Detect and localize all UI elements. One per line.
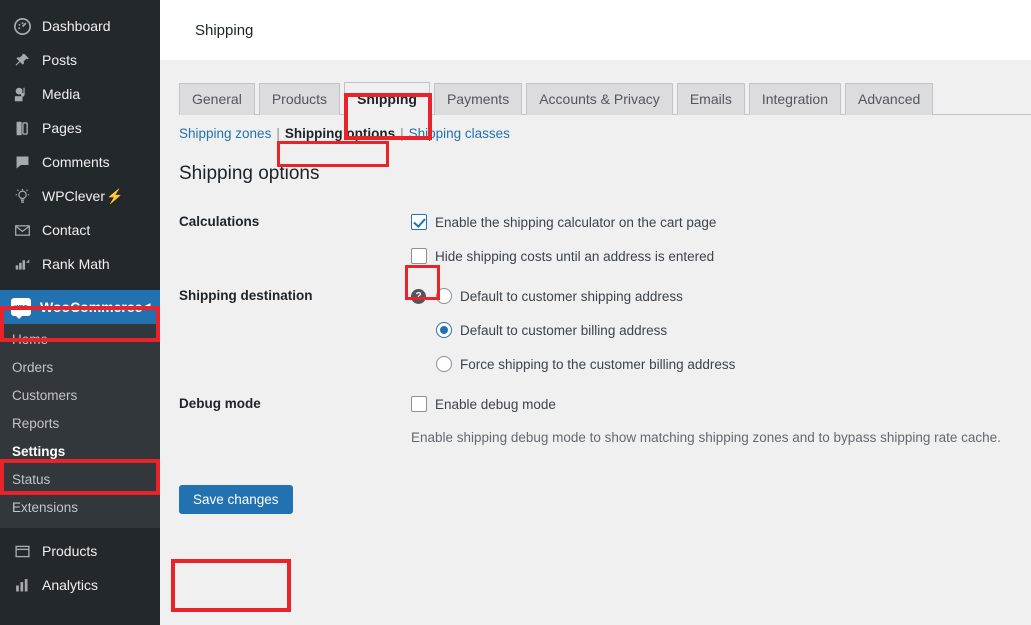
sidebar-item-media[interactable]: Media — [0, 77, 160, 111]
sidebar-item-label: Products — [42, 543, 98, 559]
woocommerce-submenu: Home Orders Customers Reports Settings S… — [0, 324, 160, 528]
chevron-left-icon: ◄ — [142, 301, 153, 312]
woocommerce-logo-icon: woo — [11, 298, 31, 319]
destination-force-billing-row[interactable]: Force shipping to the customer billing a… — [436, 356, 1031, 372]
analytics-icon — [11, 575, 33, 595]
enable-calculator-row[interactable]: Enable the shipping calculator on the ca… — [411, 214, 1031, 230]
admin-sidebar: Dashboard Posts Media Pages Comments WPC… — [0, 0, 160, 625]
submenu-item-home[interactable]: Home — [0, 326, 160, 354]
destination-shipping-radio[interactable] — [436, 288, 452, 304]
tab-general[interactable]: General — [179, 83, 255, 115]
lightning-bolt-icon: ⚡ — [106, 187, 124, 204]
sidebar-item-label: Analytics — [42, 577, 99, 593]
section-title: Shipping options — [179, 163, 320, 184]
hide-shipping-costs-row[interactable]: Hide shipping costs until an address is … — [411, 248, 1031, 264]
sidebar-item-pages[interactable]: Pages — [0, 111, 160, 145]
page-title: Shipping — [195, 21, 254, 39]
sidebar-item-products[interactable]: Products — [0, 534, 160, 568]
destination-force-billing-radio[interactable] — [436, 356, 452, 372]
tab-emails[interactable]: Emails — [676, 83, 745, 115]
enable-calculator-checkbox[interactable] — [411, 214, 427, 230]
submenu-item-orders[interactable]: Orders — [0, 354, 160, 382]
settings-content: General Products Shipping Payments Accou… — [160, 60, 1031, 514]
sidebar-item-label: Pages — [42, 120, 82, 136]
help-icon[interactable]: ? — [411, 288, 426, 304]
sidebar-item-rank-math[interactable]: Rank Math — [0, 247, 160, 281]
main-area: Shipping General Products Shipping Payme… — [160, 0, 1031, 625]
calculations-fields: Enable the shipping calculator on the ca… — [411, 202, 1031, 276]
pin-icon — [11, 50, 33, 70]
destination-billing-row[interactable]: Default to customer billing address — [436, 322, 1031, 338]
destination-billing-label: Default to customer billing address — [460, 322, 668, 338]
sidebar-item-woocommerce[interactable]: woo WooCommerce ◄ — [0, 290, 160, 324]
debug-mode-description: Enable shipping debug mode to show match… — [411, 430, 1001, 445]
tab-payments[interactable]: Payments — [433, 83, 523, 115]
submenu-item-reports[interactable]: Reports — [0, 410, 160, 438]
settings-tabs: General Products Shipping Payments Accou… — [179, 82, 1031, 115]
comment-icon — [11, 152, 33, 172]
hide-shipping-costs-checkbox[interactable] — [411, 248, 427, 264]
sidebar-item-label: WPClever — [42, 188, 106, 204]
destination-billing-radio[interactable] — [436, 322, 452, 338]
destination-shipping-row[interactable]: ? Default to customer shipping address — [411, 288, 1031, 304]
form-row-calculations: Calculations Enable the shipping calcula… — [179, 202, 1031, 276]
sidebar-item-label: Comments — [42, 154, 110, 170]
sidebar-item-label: Media — [42, 86, 81, 102]
sidebar-item-label: WooCommerce — [40, 299, 143, 315]
products-icon — [11, 541, 33, 561]
envelope-icon — [11, 220, 33, 240]
dashboard-icon — [11, 16, 33, 36]
subnav-separator: | — [276, 126, 280, 141]
sidebar-item-posts[interactable]: Posts — [0, 43, 160, 77]
destination-force-billing-label: Force shipping to the customer billing a… — [460, 356, 736, 372]
sidebar-top-spacer — [0, 0, 160, 9]
enable-debug-row[interactable]: Enable debug mode — [411, 396, 1031, 412]
sidebar-item-label: Rank Math — [42, 256, 110, 272]
destination-shipping-label: Default to customer shipping address — [460, 288, 683, 304]
calculations-label: Calculations — [179, 214, 260, 229]
submenu-item-extensions[interactable]: Extensions — [0, 494, 160, 522]
tab-integration[interactable]: Integration — [748, 83, 841, 115]
shipping-destination-fields: ? Default to customer shipping address D… — [411, 276, 1031, 384]
sidebar-item-label: Posts — [42, 52, 78, 68]
submenu-item-settings[interactable]: Settings — [0, 438, 160, 466]
enable-calculator-label: Enable the shipping calculator on the ca… — [435, 214, 717, 230]
subnav-separator: | — [400, 126, 404, 141]
shipping-subnav: Shipping zones | Shipping options | Ship… — [179, 126, 1031, 141]
submenu-item-status[interactable]: Status — [0, 466, 160, 494]
subnav-shipping-classes[interactable]: Shipping classes — [409, 126, 510, 141]
shipping-options-form: Calculations Enable the shipping calcula… — [179, 202, 1031, 457]
subnav-shipping-zones[interactable]: Shipping zones — [179, 126, 271, 141]
debug-mode-label: Debug mode — [179, 396, 261, 411]
pages-icon — [11, 118, 33, 138]
enable-debug-label: Enable debug mode — [435, 396, 556, 412]
form-row-debug-mode: Debug mode Enable debug mode Enable ship… — [179, 384, 1031, 457]
admin-screen: Dashboard Posts Media Pages Comments WPC… — [0, 0, 1031, 625]
sidebar-item-label: Dashboard — [42, 18, 111, 34]
submenu-item-customers[interactable]: Customers — [0, 382, 160, 410]
tab-shipping[interactable]: Shipping — [344, 82, 430, 115]
lightbulb-icon — [11, 186, 33, 206]
sidebar-item-comments[interactable]: Comments — [0, 145, 160, 179]
sidebar-item-dashboard[interactable]: Dashboard — [0, 9, 160, 43]
save-button-wrap: Save changes — [179, 485, 1031, 514]
tab-accounts-privacy[interactable]: Accounts & Privacy — [526, 83, 673, 115]
enable-debug-checkbox[interactable] — [411, 396, 427, 412]
sidebar-item-label: Contact — [42, 222, 91, 238]
sidebar-item-analytics[interactable]: Analytics — [0, 568, 160, 602]
rankmath-icon — [11, 254, 33, 274]
form-row-shipping-destination: Shipping destination ? Default to custom… — [179, 276, 1031, 384]
hide-shipping-costs-label: Hide shipping costs until an address is … — [435, 248, 715, 264]
page-header: Shipping — [160, 0, 1031, 60]
media-icon — [11, 84, 33, 104]
subnav-shipping-options[interactable]: Shipping options — [285, 126, 395, 141]
debug-mode-fields: Enable debug mode Enable shipping debug … — [411, 384, 1031, 457]
tab-advanced[interactable]: Advanced — [845, 83, 934, 115]
sidebar-item-contact[interactable]: Contact — [0, 213, 160, 247]
shipping-destination-label: Shipping destination — [179, 288, 313, 303]
sidebar-item-wpclever[interactable]: WPClever ⚡ — [0, 179, 160, 213]
save-changes-button[interactable]: Save changes — [179, 485, 293, 514]
tab-products[interactable]: Products — [258, 83, 341, 115]
